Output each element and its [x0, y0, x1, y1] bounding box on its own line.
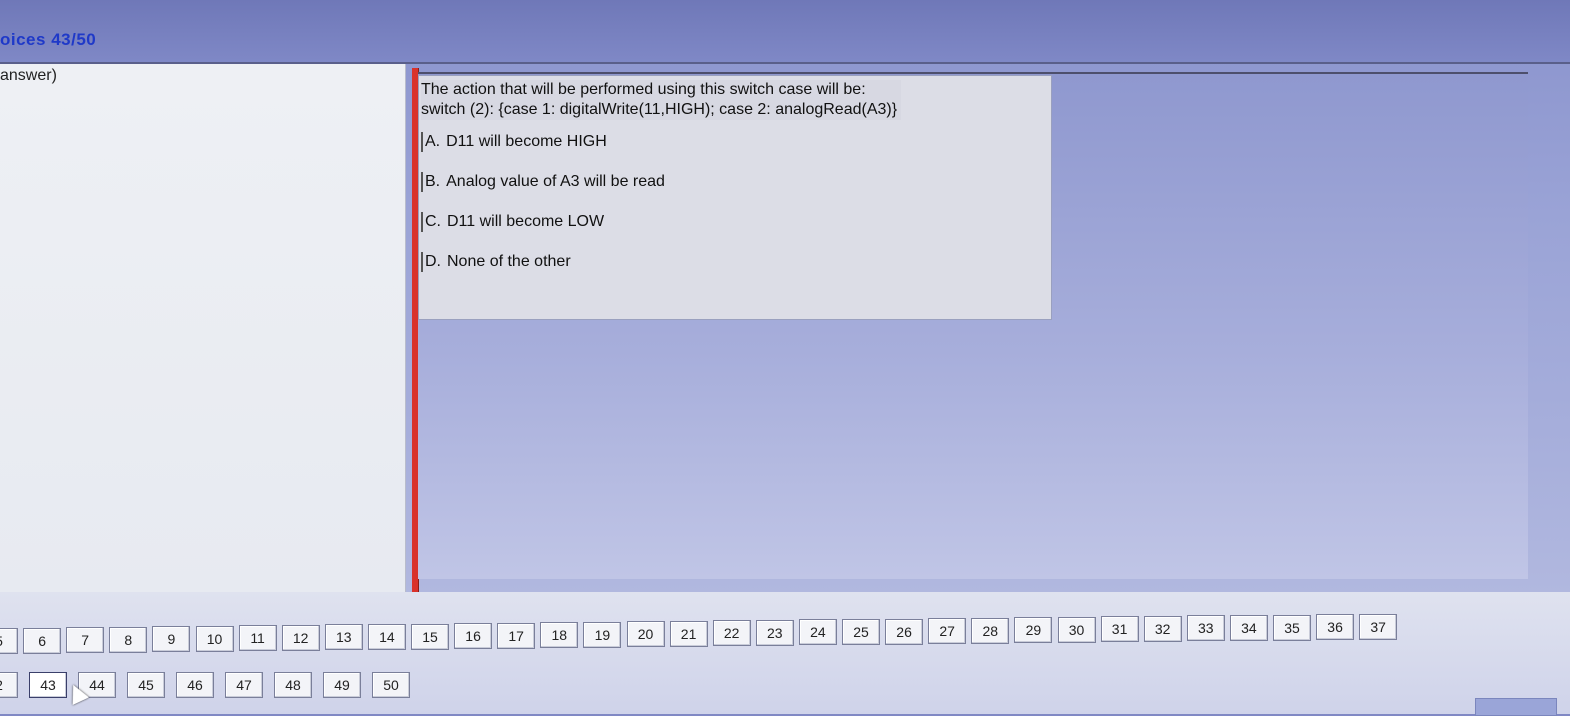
- question-nav-button[interactable]: 36: [1316, 614, 1355, 641]
- question-nav-button-current[interactable]: 43: [29, 672, 67, 698]
- option-text: None of the other: [447, 253, 571, 270]
- question-nav-button[interactable]: 10: [195, 625, 234, 652]
- finish-button[interactable]: [1475, 698, 1557, 716]
- question-nav-button[interactable]: 12: [281, 624, 320, 651]
- question-nav-button[interactable]: 46: [176, 672, 214, 698]
- question-nav-button[interactable]: 28: [971, 617, 1010, 644]
- question-nav-button[interactable]: 21: [669, 620, 708, 647]
- question-nav-button[interactable]: 50: [372, 672, 410, 698]
- question-nav-button[interactable]: 7: [66, 627, 105, 654]
- option-text: D11 will become LOW: [447, 213, 605, 230]
- question-nav-button[interactable]: 45: [127, 672, 165, 698]
- question-nav-button[interactable]: 8: [109, 626, 148, 653]
- question-nav-button[interactable]: 5: [0, 628, 18, 654]
- question-nav-button[interactable]: 26: [885, 618, 924, 645]
- option-d[interactable]: D. None of the other: [421, 252, 665, 272]
- question-nav-button[interactable]: 29: [1014, 617, 1053, 644]
- question-nav-button[interactable]: 33: [1186, 615, 1225, 642]
- question-nav-button[interactable]: 20: [626, 621, 665, 648]
- question-nav-button[interactable]: 37: [1359, 613, 1398, 640]
- question-nav-button[interactable]: 25: [842, 619, 880, 645]
- question-nav-button[interactable]: 19: [583, 621, 622, 648]
- option-text: Analog value of A3 will be read: [446, 173, 665, 190]
- question-nav-button[interactable]: 32: [1143, 615, 1182, 642]
- answer-label: answer): [0, 67, 57, 84]
- options-list: A. D11 will become HIGH B. Analog value of…: [421, 132, 665, 292]
- option-letter: B.: [425, 173, 441, 190]
- option-text: D11 will become HIGH: [446, 133, 607, 150]
- question-nav-button[interactable]: 6: [23, 627, 62, 654]
- question-nav-button[interactable]: 9: [152, 626, 191, 653]
- question-nav-button[interactable]: 11: [238, 625, 277, 652]
- question-box: The action that will be performed using …: [418, 75, 1052, 320]
- question-nav-button[interactable]: 48: [274, 672, 312, 698]
- option-b[interactable]: B. Analog value of A3 will be read: [421, 172, 665, 192]
- question-nav-button[interactable]: 49: [323, 672, 361, 698]
- question-nav-button[interactable]: 35: [1273, 614, 1311, 641]
- question-nav-button[interactable]: 18: [540, 622, 579, 649]
- option-c[interactable]: C. D11 will become LOW: [421, 212, 665, 232]
- question-nav-button[interactable]: 13: [324, 624, 363, 651]
- option-letter: A.: [425, 133, 441, 150]
- question-nav-button[interactable]: 2: [0, 672, 18, 698]
- question-navigator: 5678910111213141516171819202122232425262…: [0, 592, 1570, 714]
- choices-counter: oices 43/50: [0, 30, 97, 49]
- question-nav-button[interactable]: 15: [411, 623, 449, 650]
- question-nav-button[interactable]: 27: [928, 618, 967, 645]
- question-nav-button[interactable]: 30: [1057, 616, 1096, 643]
- question-line-2: switch (2): {case 1: digitalWrite(11,HIG…: [421, 101, 898, 118]
- question-nav-button[interactable]: 31: [1100, 616, 1139, 643]
- option-letter: C.: [425, 213, 441, 230]
- question-nav-button[interactable]: 22: [712, 620, 751, 647]
- question-nav-button[interactable]: 24: [798, 619, 837, 646]
- question-line-1: The action that will be performed using …: [421, 81, 866, 98]
- question-nav-button[interactable]: 23: [755, 619, 794, 646]
- option-a[interactable]: A. D11 will become HIGH: [421, 132, 665, 152]
- question-nav-button[interactable]: 34: [1229, 614, 1268, 641]
- question-nav-button[interactable]: 16: [454, 623, 493, 650]
- top-bar: oices 43/50: [0, 0, 1570, 64]
- answer-panel: answer): [0, 64, 406, 592]
- question-text: The action that will be performed using …: [421, 80, 902, 120]
- question-nav-button[interactable]: 17: [497, 622, 536, 649]
- question-nav-button[interactable]: 14: [367, 623, 406, 650]
- option-letter: D.: [425, 253, 441, 270]
- question-nav-button[interactable]: 47: [225, 672, 263, 698]
